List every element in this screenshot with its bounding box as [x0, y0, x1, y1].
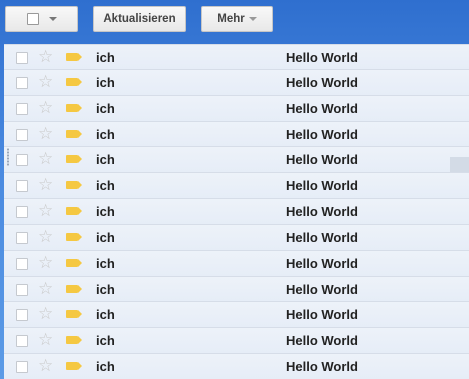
subject-text: Hello World [286, 74, 358, 90]
subject-text: Hello World [286, 255, 358, 271]
sender-name: ich [96, 178, 115, 194]
subject-text: Hello World [286, 204, 358, 220]
row-checkbox[interactable] [16, 361, 28, 374]
subject-text: Hello World [286, 333, 358, 349]
label-icon[interactable] [66, 336, 82, 345]
row-checkbox[interactable] [16, 180, 28, 193]
message-list: ☆ ich Hello World ☆ ich Hello World ☆ ich Hello … [4, 44, 469, 379]
label-icon[interactable] [66, 53, 82, 61]
row-checkbox[interactable] [16, 231, 28, 244]
row-checkbox[interactable] [16, 128, 28, 141]
subject-text: Hello World [286, 178, 358, 194]
label-icon[interactable] [66, 284, 82, 293]
chevron-down-icon [48, 17, 57, 21]
sender-name: ich [96, 100, 115, 116]
label-icon[interactable] [66, 155, 82, 164]
label-icon[interactable] [66, 310, 82, 319]
sender-name: ich [96, 74, 115, 90]
checkbox-icon [26, 13, 39, 25]
star-icon[interactable]: ☆ [38, 124, 53, 144]
subject-text: Hello World [286, 281, 358, 297]
star-icon[interactable]: ☆ [38, 356, 53, 376]
message-row[interactable]: ☆ ich Hello World [4, 328, 469, 355]
label-icon[interactable] [66, 362, 82, 371]
label-icon[interactable] [66, 129, 82, 138]
label-icon[interactable] [66, 207, 82, 216]
row-checkbox[interactable] [16, 76, 28, 89]
star-icon[interactable]: ☆ [38, 304, 53, 324]
refresh-button-label: Aktualisieren [103, 13, 176, 25]
row-checkbox[interactable] [16, 335, 28, 348]
message-row[interactable]: ☆ ich Hello World [4, 250, 469, 277]
sender-name: ich [96, 255, 115, 271]
star-icon[interactable]: ☆ [38, 279, 53, 299]
star-icon[interactable]: ☆ [38, 330, 53, 350]
subject-text: Hello World [286, 126, 358, 142]
subject-text: Hello World [286, 50, 358, 65]
message-row[interactable]: ☆ ich Hello World [4, 276, 469, 303]
row-checkbox[interactable] [16, 154, 28, 167]
subject-text: Hello World [286, 229, 358, 245]
sender-name: ich [96, 359, 115, 375]
row-checkbox[interactable] [16, 52, 28, 64]
message-row[interactable]: ☆ ich Hello World [4, 224, 469, 251]
subject-text: Hello World [286, 152, 358, 168]
star-icon[interactable]: ☆ [38, 227, 53, 247]
sender-name: ich [96, 333, 115, 349]
message-row[interactable]: ☆ ich Hello World [4, 95, 469, 122]
label-icon[interactable] [66, 103, 82, 112]
label-icon[interactable] [66, 232, 82, 241]
subject-text: Hello World [286, 359, 358, 375]
row-checkbox[interactable] [16, 206, 28, 219]
message-row[interactable]: ☆ ich Hello World [4, 147, 469, 174]
row-checkbox[interactable] [16, 283, 28, 296]
star-icon[interactable]: ☆ [38, 201, 53, 221]
message-row[interactable]: ☆ ich Hello World [4, 69, 469, 96]
select-dropdown-button[interactable] [5, 6, 78, 32]
sender-name: ich [96, 307, 115, 323]
star-icon[interactable]: ☆ [38, 175, 53, 195]
message-row[interactable]: ☆ ich Hello World [4, 199, 469, 225]
message-row[interactable]: ☆ ich Hello World [4, 44, 469, 70]
subject-text: Hello World [286, 100, 358, 116]
star-icon[interactable]: ☆ [38, 149, 53, 169]
chevron-down-icon [248, 17, 257, 21]
message-row[interactable]: ☆ ich Hello World [4, 121, 469, 148]
sender-name: ich [96, 281, 115, 297]
sender-name: ich [96, 152, 115, 168]
row-checkbox[interactable] [16, 257, 28, 270]
message-row[interactable]: ☆ ich Hello World [4, 173, 469, 200]
star-icon[interactable]: ☆ [38, 253, 53, 273]
label-icon[interactable] [66, 77, 82, 86]
label-icon[interactable] [66, 181, 82, 190]
row-checkbox[interactable] [16, 309, 28, 322]
more-button-label: Mehr [217, 13, 245, 25]
subject-text: Hello World [286, 307, 358, 323]
sender-name: ich [96, 204, 115, 220]
row-checkbox[interactable] [16, 102, 28, 115]
refresh-button[interactable]: Aktualisieren [93, 6, 186, 32]
toolbar: Aktualisieren Mehr [0, 0, 469, 44]
message-row[interactable]: ☆ ich Hello World [4, 302, 469, 329]
more-button[interactable]: Mehr [201, 6, 273, 32]
sender-name: ich [96, 229, 115, 245]
message-row[interactable]: ☆ ich Hello World [4, 354, 469, 379]
drag-handle-icon[interactable] [6, 148, 10, 166]
label-icon[interactable] [66, 258, 82, 267]
star-icon[interactable]: ☆ [38, 98, 53, 118]
sender-name: ich [96, 126, 115, 142]
scrollbar[interactable] [450, 157, 469, 172]
star-icon[interactable]: ☆ [38, 72, 53, 92]
star-icon[interactable]: ☆ [38, 47, 53, 67]
sender-name: ich [96, 50, 115, 65]
